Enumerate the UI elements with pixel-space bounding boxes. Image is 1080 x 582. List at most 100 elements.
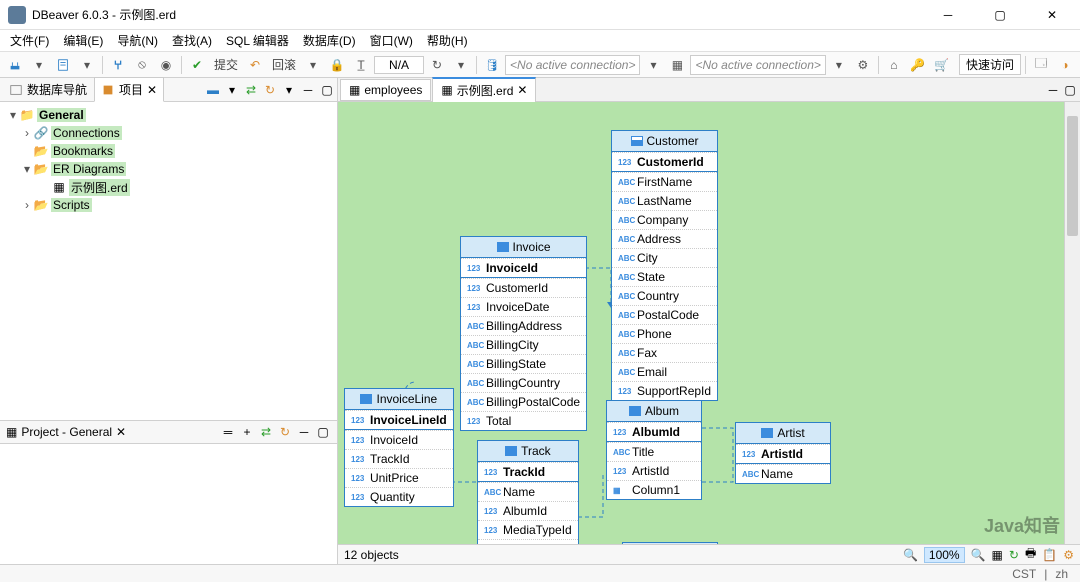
commit-icon[interactable]: ✔ bbox=[186, 54, 208, 76]
object-count: 12 objects bbox=[344, 548, 399, 562]
lock-icon[interactable]: 🔒 bbox=[326, 54, 348, 76]
minimize-icon[interactable]: ─ bbox=[1045, 82, 1061, 98]
perspective-dbeaver-icon[interactable]: ◑ bbox=[1054, 54, 1076, 76]
scrollbar-thumb[interactable] bbox=[1067, 116, 1078, 236]
refresh-icon[interactable]: ↻ bbox=[1009, 548, 1019, 562]
table-invoiceline[interactable]: InvoiceLine 123InvoiceLineId 123InvoiceI… bbox=[344, 388, 454, 507]
project-view-header: ▦ Project - General ✕ ═ + ⇄ ↻ ─ ▢ bbox=[0, 420, 337, 444]
search-icon[interactable]: 🔍 bbox=[903, 548, 918, 562]
nav-tabs: 数据库导航 项目 ✕ ▬ ▾ ⇄ ↻ ▾ ─ ▢ bbox=[0, 78, 337, 102]
dropdown-icon[interactable]: ▾ bbox=[828, 54, 850, 76]
editor-tab-employees[interactable]: ▦employees bbox=[340, 79, 431, 101]
erd-canvas[interactable]: Customer 123CustomerId ABCFirstName ABCL… bbox=[338, 102, 1080, 544]
tree-node-scripts[interactable]: ›📂Scripts bbox=[2, 196, 335, 214]
maximize-icon[interactable]: ▢ bbox=[1062, 82, 1078, 98]
menu-file[interactable]: 文件(F) bbox=[4, 30, 55, 51]
menu-nav[interactable]: 导航(N) bbox=[111, 30, 164, 51]
settings-icon[interactable]: ⚙ bbox=[852, 54, 874, 76]
table-genre[interactable]: Genre 123GenreId bbox=[622, 542, 718, 544]
menu-bar: 文件(F) 编辑(E) 导航(N) 查找(A) SQL 编辑器 数据库(D) 窗… bbox=[0, 30, 1080, 52]
tree-node-general[interactable]: ▾📁General bbox=[2, 106, 335, 124]
link-icon[interactable]: ⇄ bbox=[258, 424, 274, 440]
view-icon[interactable]: ▬ bbox=[205, 82, 221, 98]
navigator-tree[interactable]: ▾📁General ›🔗Connections 📂Bookmarks ▾📂ER … bbox=[0, 102, 337, 420]
perspective-db-icon[interactable]: 🗔 bbox=[1030, 54, 1052, 76]
zoom-icon[interactable]: 🔍 bbox=[971, 548, 986, 562]
db-icon[interactable]: 🛢 bbox=[481, 54, 503, 76]
project-title: Project - General bbox=[21, 425, 112, 439]
tx-icon[interactable]: T̲ bbox=[350, 54, 372, 76]
commit-label[interactable]: 提交 bbox=[210, 56, 242, 73]
tab-db-navigator[interactable]: 数据库导航 bbox=[2, 77, 94, 102]
na-box[interactable]: N/A bbox=[374, 56, 424, 74]
menu-edit[interactable]: 编辑(E) bbox=[57, 30, 109, 51]
maximize-icon[interactable]: ▢ bbox=[319, 82, 335, 98]
editor-tab-erd[interactable]: ▦示例图.erd✕ bbox=[432, 77, 536, 103]
vertical-scrollbar[interactable] bbox=[1064, 102, 1080, 544]
zoom-level[interactable]: 100% bbox=[924, 547, 965, 563]
close-icon[interactable]: ✕ bbox=[517, 83, 527, 97]
table-track[interactable]: Track 123TrackId ABCName 123AlbumId 123M… bbox=[477, 440, 579, 544]
dropdown-icon[interactable]: ▾ bbox=[76, 54, 98, 76]
table-icon: ▦ bbox=[349, 83, 360, 97]
menu-find[interactable]: 查找(A) bbox=[166, 30, 218, 51]
close-button[interactable]: ✕ bbox=[1032, 1, 1072, 29]
add-icon[interactable]: + bbox=[239, 424, 255, 440]
dropdown-icon[interactable]: ▾ bbox=[450, 54, 472, 76]
project-icon: ▦ bbox=[6, 425, 17, 439]
minimize-icon[interactable]: ─ bbox=[300, 82, 316, 98]
collapse-icon[interactable]: ═ bbox=[220, 424, 236, 440]
export-icon[interactable]: 📋 bbox=[1042, 548, 1057, 562]
refresh-icon[interactable]: ↻ bbox=[262, 82, 278, 98]
tree-node-connections[interactable]: ›🔗Connections bbox=[2, 124, 335, 142]
connection-combo[interactable]: <No active connection> bbox=[505, 55, 640, 75]
collapse-icon[interactable]: ▾ bbox=[224, 82, 240, 98]
print-icon[interactable]: 🖶 bbox=[1025, 544, 1036, 565]
new-sql-icon[interactable] bbox=[52, 54, 74, 76]
schema-icon[interactable]: ▦ bbox=[666, 54, 688, 76]
layout-icon[interactable]: ▦ bbox=[992, 548, 1003, 562]
dropdown-icon[interactable]: ▾ bbox=[302, 54, 324, 76]
plug-icon[interactable] bbox=[107, 54, 129, 76]
settings-icon[interactable]: ⚙ bbox=[1063, 548, 1074, 562]
erd-icon: ▦ bbox=[441, 83, 452, 97]
main-toolbar: ▾ ▾ ⦸ ◉ ✔ 提交 ↶ 回滚 ▾ 🔒 T̲ N/A ↻ ▾ 🛢 <No a… bbox=[0, 52, 1080, 78]
key-icon[interactable]: 🔑 bbox=[907, 54, 929, 76]
rollback-label[interactable]: 回滚 bbox=[268, 56, 300, 73]
menu-db[interactable]: 数据库(D) bbox=[297, 30, 362, 51]
tree-node-erdiagrams[interactable]: ▾📂ER Diagrams bbox=[2, 160, 335, 178]
unplug-icon[interactable]: ⦸ bbox=[131, 54, 153, 76]
menu-help[interactable]: 帮助(H) bbox=[421, 30, 474, 51]
refresh-icon[interactable]: ↻ bbox=[277, 424, 293, 440]
menu-icon[interactable]: ▾ bbox=[281, 82, 297, 98]
menu-sql[interactable]: SQL 编辑器 bbox=[220, 30, 295, 51]
editor-tabs: ▦employees ▦示例图.erd✕ ─ ▢ bbox=[338, 78, 1080, 102]
main-area: 数据库导航 项目 ✕ ▬ ▾ ⇄ ↻ ▾ ─ ▢ ▾📁General ›🔗Con… bbox=[0, 78, 1080, 564]
minimize-icon[interactable]: ─ bbox=[296, 424, 312, 440]
menu-window[interactable]: 窗口(W) bbox=[364, 30, 419, 51]
maximize-icon[interactable]: ▢ bbox=[315, 424, 331, 440]
close-icon[interactable]: ✕ bbox=[116, 425, 126, 439]
table-invoice[interactable]: Invoice 123InvoiceId 123CustomerId 123In… bbox=[460, 236, 587, 431]
table-album[interactable]: Album 123AlbumId ABCTitle 123ArtistId ▦C… bbox=[606, 400, 702, 500]
quick-access[interactable]: 快速访问 bbox=[959, 54, 1021, 75]
tree-node-bookmarks[interactable]: 📂Bookmarks bbox=[2, 142, 335, 160]
dropdown-icon[interactable]: ▾ bbox=[28, 54, 50, 76]
refresh-icon[interactable]: ↻ bbox=[426, 54, 448, 76]
close-icon[interactable]: ✕ bbox=[147, 83, 157, 97]
rollback-icon[interactable]: ↶ bbox=[244, 54, 266, 76]
link-icon[interactable]: ⇄ bbox=[243, 82, 259, 98]
dropdown-icon[interactable]: ▾ bbox=[642, 54, 664, 76]
cart-icon[interactable]: 🛒 bbox=[931, 54, 953, 76]
tab-project[interactable]: 项目 ✕ bbox=[94, 77, 164, 102]
maximize-button[interactable]: ▢ bbox=[980, 1, 1020, 29]
transaction-icon[interactable]: ◉ bbox=[155, 54, 177, 76]
window-title: DBeaver 6.0.3 - 示例图.erd bbox=[32, 6, 928, 23]
table-customer[interactable]: Customer 123CustomerId ABCFirstName ABCL… bbox=[611, 130, 718, 401]
tree-node-erd-file[interactable]: ▦示例图.erd bbox=[2, 178, 335, 196]
minimize-button[interactable]: ─ bbox=[928, 1, 968, 29]
table-artist[interactable]: Artist 123ArtistId ABCName bbox=[735, 422, 831, 484]
schema-combo[interactable]: <No active connection> bbox=[690, 55, 825, 75]
home-icon[interactable]: ⌂ bbox=[883, 54, 905, 76]
new-connection-icon[interactable] bbox=[4, 54, 26, 76]
